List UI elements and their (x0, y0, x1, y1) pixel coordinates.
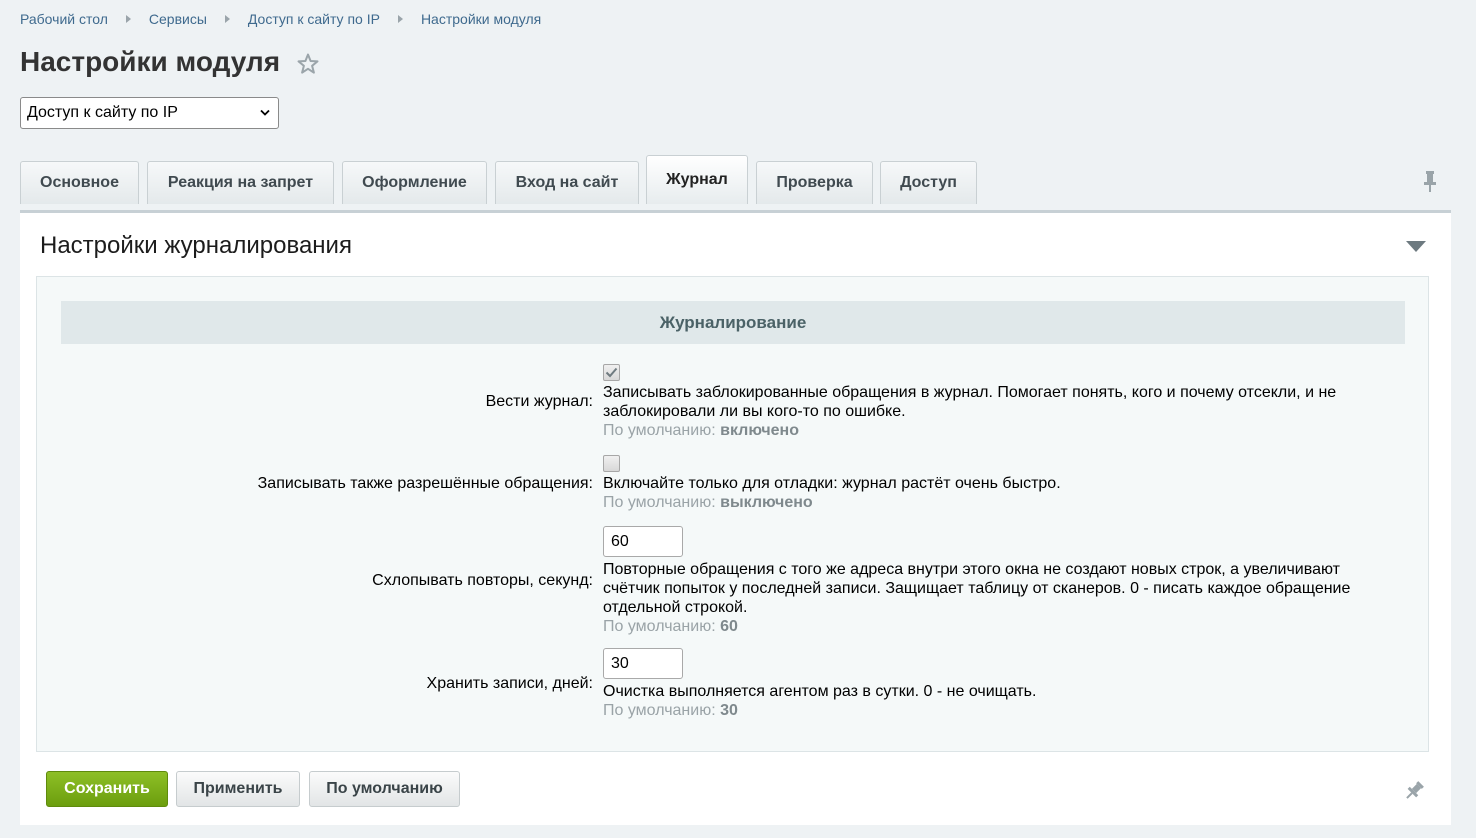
page-title: Настройки модуля (20, 46, 281, 77)
default-prefix: По умолчанию: (603, 422, 716, 439)
section-heading: Журналирование (61, 301, 1405, 344)
module-select[interactable]: Доступ к сайту по IP (20, 97, 279, 129)
default-prefix: По умолчанию: (603, 618, 716, 635)
breadcrumb-item-services[interactable]: Сервисы (149, 11, 207, 27)
chevron-down-icon (260, 109, 270, 116)
tab-login[interactable]: Вход на сайт (495, 161, 639, 204)
pin-icon[interactable] (1421, 169, 1439, 193)
panel-title: Настройки журналирования (40, 232, 352, 259)
field-collapse-repeats: 60 Повторные обращения с того же адреса … (603, 526, 1393, 636)
breadcrumb-item-module-settings[interactable]: Настройки модуля (421, 11, 541, 27)
collapse-arrow-icon[interactable] (1406, 241, 1426, 252)
field-log-allowed: Включайте только для отладки: журнал рас… (603, 455, 1393, 512)
breadcrumb: Рабочий стол Сервисы Доступ к сайту по I… (20, 11, 541, 27)
retention-days-default: По умолчанию: 30 (603, 701, 1393, 720)
collapse-repeats-description: Повторные обращения с того же адреса вну… (603, 561, 1351, 616)
log-allowed-checkbox[interactable] (603, 455, 620, 472)
breadcrumb-separator-icon (397, 15, 403, 23)
settings-panel: Настройки журналирования Журналирование … (20, 210, 1451, 825)
retention-days-description: Очистка выполняется агентом раз в сутки.… (603, 683, 1037, 700)
breadcrumb-separator-icon (224, 15, 230, 23)
default-value: 30 (720, 702, 738, 719)
default-prefix: По умолчанию: (603, 702, 716, 719)
field-retention-days: 30 Очистка выполняется агентом раз в сут… (603, 648, 1393, 720)
apply-button[interactable]: Применить (176, 771, 300, 807)
tab-access[interactable]: Доступ (880, 161, 977, 204)
settings-form: Журналирование Вести журнал: Записывать … (36, 276, 1429, 752)
module-select-value: Доступ к сайту по IP (27, 104, 178, 121)
star-icon[interactable] (296, 52, 320, 76)
label-keep-log: Вести журнал: (485, 393, 593, 410)
save-button[interactable]: Сохранить (46, 771, 168, 807)
label-retention-days: Хранить записи, дней: (426, 675, 593, 692)
label-log-allowed: Записывать также разрешённые обращения: (257, 475, 593, 492)
default-value: 60 (720, 618, 738, 635)
pin-icon[interactable] (1403, 780, 1425, 802)
log-allowed-description: Включайте только для отладки: журнал рас… (603, 475, 1061, 492)
retention-days-input[interactable]: 30 (603, 648, 683, 679)
default-value: выключено (720, 494, 813, 511)
breadcrumb-item-desktop[interactable]: Рабочий стол (20, 11, 108, 27)
collapse-repeats-input[interactable]: 60 (603, 526, 683, 557)
breadcrumb-item-ip-access[interactable]: Доступ к сайту по IP (248, 11, 380, 27)
breadcrumb-separator-icon (125, 15, 131, 23)
checkmark-icon (605, 367, 618, 378)
tab-appearance[interactable]: Оформление (342, 161, 487, 204)
log-allowed-default: По умолчанию: выключено (603, 493, 1393, 512)
label-collapse-repeats: Схлопывать повторы, секунд: (372, 572, 593, 589)
default-value: включено (720, 422, 799, 439)
keep-log-description: Записывать заблокированные обращения в ж… (603, 384, 1337, 420)
tab-reaction[interactable]: Реакция на запрет (147, 161, 334, 204)
collapse-repeats-default: По умолчанию: 60 (603, 617, 1393, 636)
tab-check[interactable]: Проверка (756, 161, 873, 204)
tab-main[interactable]: Основное (20, 161, 139, 204)
default-prefix: По умолчанию: (603, 494, 716, 511)
field-keep-log: Записывать заблокированные обращения в ж… (603, 364, 1393, 440)
default-button[interactable]: По умолчанию (309, 771, 460, 807)
tab-journal[interactable]: Журнал (646, 155, 748, 204)
keep-log-checkbox[interactable] (603, 364, 620, 381)
keep-log-default: По умолчанию: включено (603, 421, 1393, 440)
